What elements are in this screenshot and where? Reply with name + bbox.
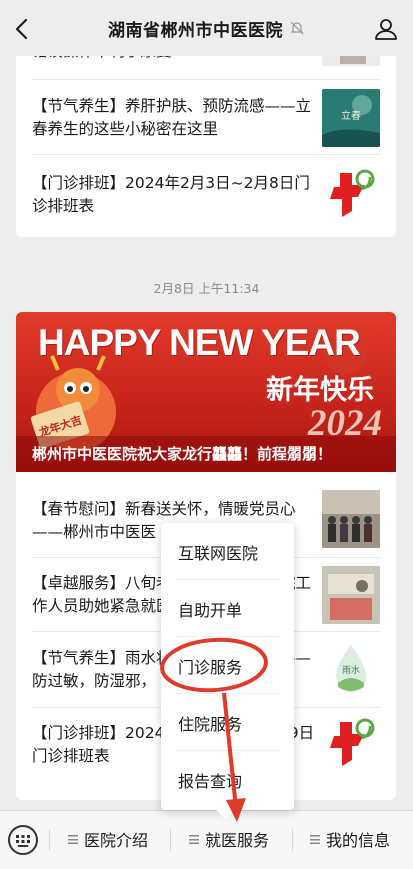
tab-hospital-intro[interactable]: 医院介绍 bbox=[68, 827, 148, 851]
service-popup-menu: 互联网医院 自助开单 门诊服务 住院服务 报告查询 bbox=[161, 523, 294, 820]
keyboard-toggle-icon[interactable] bbox=[8, 825, 38, 855]
menu-item-label: 互联网医院 bbox=[178, 544, 259, 563]
tab-label: 就医服务 bbox=[205, 831, 270, 850]
list-item-title: 【门诊排班】2024年2月3日~2月8日门诊排班表 bbox=[32, 174, 310, 215]
title-group: 湖南省郴州市中医医院 bbox=[108, 16, 305, 41]
message-timestamp: 2月8日 上午11:34 bbox=[153, 281, 260, 296]
top-bar: 湖南省郴州市中医医院 bbox=[0, 0, 413, 56]
back-icon[interactable] bbox=[10, 16, 36, 42]
menu-item-label: 住院服务 bbox=[178, 715, 243, 734]
banner-headline: HAPPY NEW YEAR bbox=[38, 322, 361, 363]
banner-caption-bar: 郴州市中医医院祝大家龙行龘龘！前程朤朤！ bbox=[16, 436, 396, 472]
menu-item-label: 自助开单 bbox=[178, 601, 243, 620]
list-item-title: 【节气养生】养肝护肤、预防流感——立春养生的这些小秘密在这里 bbox=[32, 97, 312, 138]
bottom-menu-bar: 医院介绍 就医服务 我的信息 bbox=[0, 810, 413, 869]
hospital-logo-thumbnail bbox=[322, 167, 380, 225]
tab-label: 医院介绍 bbox=[84, 831, 149, 850]
article-thumbnail: 雨水 bbox=[322, 641, 380, 699]
banner-image[interactable]: 龙年大吉 HAPPY NEW YEAR 新年快乐 2024 郴州市中医医院祝大家… bbox=[16, 312, 396, 472]
tab-medical-service[interactable]: 就医服务 bbox=[189, 827, 269, 851]
banner-caption: 郴州市中医医院祝大家龙行龘龘！前程朤朤！ bbox=[32, 445, 333, 463]
menu-icon bbox=[189, 834, 199, 844]
menu-item-self-order[interactable]: 自助开单 bbox=[161, 580, 294, 637]
menu-item-report-query[interactable]: 报告查询 bbox=[161, 751, 294, 808]
tab-my-info[interactable]: 我的信息 bbox=[310, 827, 390, 851]
article-card-1: 错误操作不利于康复 【节气养生】养肝护肤、预防流感——立春养生的这些小秘密在这里… bbox=[16, 40, 396, 237]
list-item[interactable]: 【节气养生】养肝护肤、预防流感——立春养生的这些小秘密在这里 立春 bbox=[16, 80, 396, 155]
profile-icon[interactable] bbox=[373, 16, 399, 42]
divider bbox=[49, 829, 50, 851]
tab-label: 我的信息 bbox=[326, 831, 391, 850]
article-thumbnail bbox=[322, 490, 380, 548]
mute-bell-icon bbox=[290, 21, 304, 35]
article-thumbnail bbox=[322, 566, 380, 624]
menu-item-label: 报告查询 bbox=[178, 772, 243, 791]
divider bbox=[292, 829, 293, 851]
divider bbox=[170, 829, 171, 851]
thumbnail-label: 雨水 bbox=[342, 664, 360, 676]
list-item[interactable]: 【门诊排班】2024年2月3日~2月8日门诊排班表 bbox=[16, 155, 396, 237]
article-thumbnail: 立春 bbox=[322, 89, 380, 147]
menu-item-label: 门诊服务 bbox=[178, 658, 243, 677]
menu-icon bbox=[68, 834, 78, 844]
menu-item-internet-hospital[interactable]: 互联网医院 bbox=[161, 523, 294, 580]
thumbnail-label: 立春 bbox=[341, 109, 361, 122]
hospital-logo-thumbnail bbox=[322, 716, 380, 774]
menu-item-inpatient-service[interactable]: 住院服务 bbox=[161, 694, 294, 751]
menu-icon bbox=[310, 834, 320, 844]
page-title: 湖南省郴州市中医医院 bbox=[108, 20, 283, 41]
menu-item-outpatient-service[interactable]: 门诊服务 bbox=[161, 637, 294, 694]
